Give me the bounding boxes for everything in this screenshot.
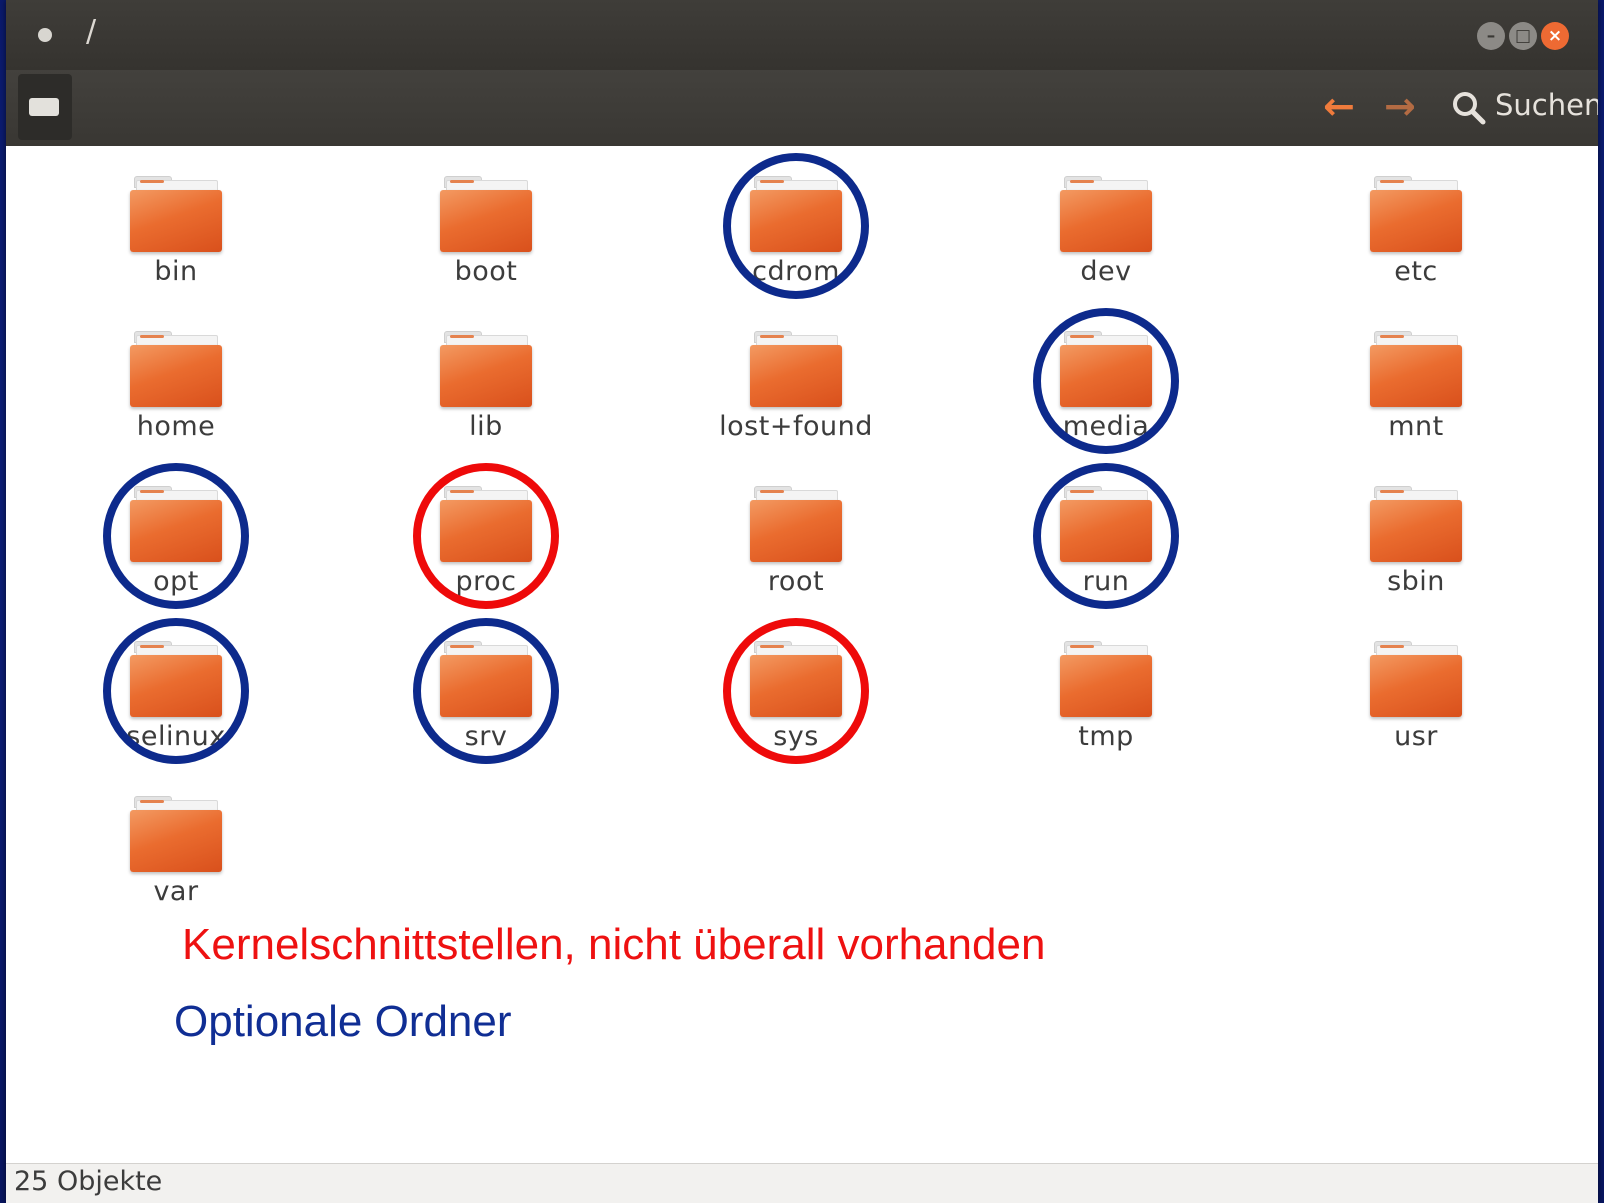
folder-icon: [750, 331, 842, 407]
minimize-icon: –: [1486, 26, 1496, 46]
legend-optional-folders: Optionale Ordner: [174, 997, 512, 1046]
folder-icon: [1060, 641, 1152, 717]
minimize-button[interactable]: –: [1477, 22, 1505, 50]
folder-label: lib: [469, 411, 503, 442]
folder-icon: [440, 331, 532, 407]
file-manager-window: / – □ × ← → Suchen Kernelschnittstellen,…: [6, 0, 1598, 1203]
maximize-button[interactable]: □: [1509, 22, 1537, 50]
location-drive-button[interactable]: [18, 74, 72, 140]
folder-item[interactable]: var: [76, 796, 276, 907]
kernel-interface-marker: [723, 618, 869, 764]
folder-item[interactable]: lost+found: [696, 331, 896, 442]
legend-kernel-interfaces: Kernelschnittstellen, nicht überall vorh…: [182, 920, 1046, 969]
folder-item[interactable]: dev: [1006, 176, 1206, 287]
folder-icon: [1370, 176, 1462, 252]
toolbar: ← → Suchen: [6, 70, 1598, 147]
folder-icon: [750, 486, 842, 562]
folder-item[interactable]: usr: [1316, 641, 1516, 752]
arrow-left-icon: ←: [1323, 84, 1355, 128]
optional-folder-marker: [1033, 308, 1179, 454]
folder-label: usr: [1394, 721, 1438, 752]
folder-label: var: [153, 876, 199, 907]
search-icon[interactable]: [1449, 88, 1489, 128]
folder-item[interactable]: lib: [386, 331, 586, 442]
search-button-label[interactable]: Suchen: [1495, 88, 1598, 122]
folder-icon: [1060, 176, 1152, 252]
folder-view: Kernelschnittstellen, nicht überall vorh…: [6, 146, 1598, 1163]
close-icon: ×: [1547, 26, 1563, 46]
folder-item[interactable]: mnt: [1316, 331, 1516, 442]
folder-icon: [440, 176, 532, 252]
folder-item[interactable]: tmp: [1006, 641, 1206, 752]
folder-item[interactable]: home: [76, 331, 276, 442]
window-title: /: [86, 14, 97, 49]
optional-folder-marker: [1033, 463, 1179, 609]
item-count: 25 Objekte: [14, 1166, 163, 1197]
folder-icon: [130, 796, 222, 872]
folder-label: etc: [1394, 256, 1438, 287]
optional-folder-marker: [103, 463, 249, 609]
optional-folder-marker: [103, 618, 249, 764]
folder-label: boot: [454, 256, 518, 287]
folder-label: dev: [1080, 256, 1132, 287]
folder-icon: [1370, 486, 1462, 562]
folder-label: bin: [154, 256, 198, 287]
optional-folder-marker: [723, 153, 869, 299]
folder-item[interactable]: sbin: [1316, 486, 1516, 597]
arrow-right-icon: →: [1384, 84, 1416, 128]
folder-item[interactable]: boot: [386, 176, 586, 287]
status-bar: 25 Objekte: [6, 1163, 1598, 1203]
folder-item[interactable]: bin: [76, 176, 276, 287]
folder-icon: [130, 176, 222, 252]
close-button[interactable]: ×: [1541, 22, 1569, 50]
folder-icon: [1370, 331, 1462, 407]
folder-item[interactable]: root: [696, 486, 896, 597]
folder-label: root: [767, 566, 825, 597]
folder-item[interactable]: etc: [1316, 176, 1516, 287]
drive-icon: [29, 98, 59, 116]
title-bar: / – □ ×: [6, 0, 1598, 70]
folder-icon: [130, 331, 222, 407]
folder-icon: [1370, 641, 1462, 717]
kernel-interface-marker: [413, 463, 559, 609]
folder-label: tmp: [1078, 721, 1134, 752]
folder-label: mnt: [1388, 411, 1444, 442]
window-menu-icon[interactable]: [38, 28, 52, 42]
folder-label: sbin: [1387, 566, 1445, 597]
back-button[interactable]: ←: [1323, 84, 1355, 128]
optional-folder-marker: [413, 618, 559, 764]
folder-label: home: [136, 411, 216, 442]
maximize-icon: □: [1514, 26, 1532, 46]
forward-button[interactable]: →: [1384, 84, 1416, 128]
folder-label: lost+found: [719, 411, 873, 442]
